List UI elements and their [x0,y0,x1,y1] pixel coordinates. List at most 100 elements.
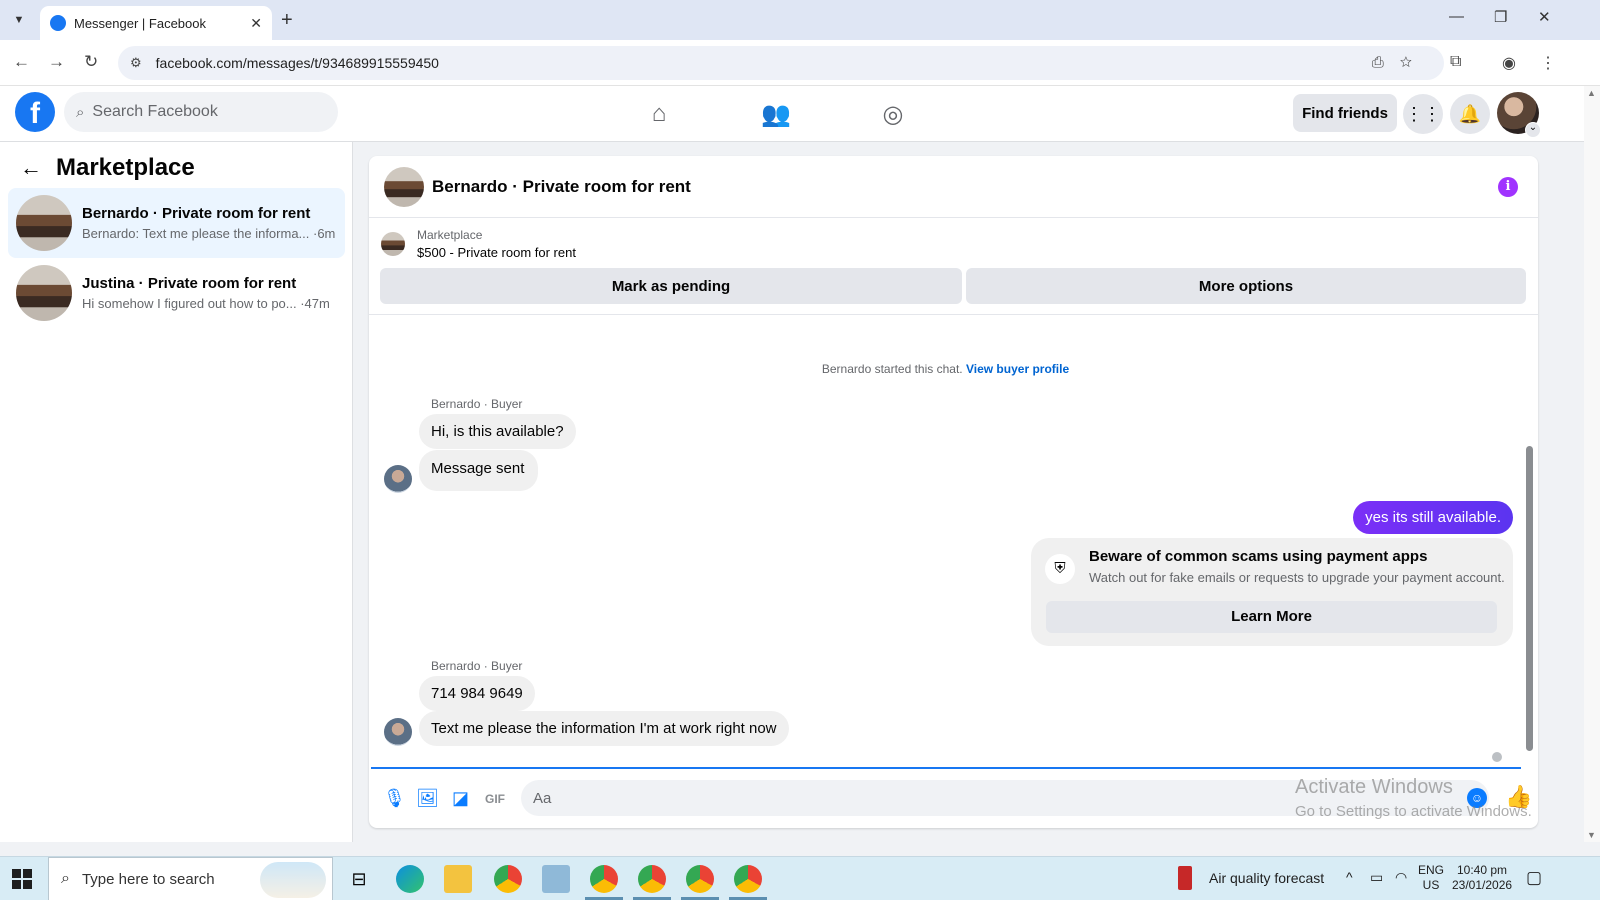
conversation-name: Bernardo · Private room for rent [82,205,311,222]
browser-tab-bar: ▼ Messenger | Facebook ✕ + — ❐ ✕ [0,0,1600,40]
buyer-avatar[interactable] [384,718,412,746]
home-icon[interactable]: ⌂ [641,96,677,132]
composer-divider [371,767,1521,769]
sender-label: Bernardo · Buyer [431,397,523,411]
weather-text[interactable]: Air quality forecast [1209,870,1324,886]
friends-icon[interactable]: 👥 [758,96,794,132]
buyer-avatar[interactable] [384,465,412,493]
language-code: ENG [1418,863,1445,877]
scam-warning-description: Watch out for fake emails or requests to… [1089,570,1505,585]
chrome-profile-icon[interactable] [729,865,767,900]
conversation-item[interactable]: Bernardo · Private room for rent Bernard… [8,188,345,258]
search-box[interactable]: ⌕ Search Facebook [64,92,338,132]
profile-icon[interactable]: ◉ [1502,53,1516,73]
taskbar-search-placeholder[interactable]: Type here to search [82,871,215,888]
tray-chevron-icon[interactable]: ^ [1346,869,1353,885]
listing-thumbnail [381,232,405,256]
bell-icon[interactable]: 🔔 [1450,94,1490,134]
file-explorer-icon[interactable] [444,865,472,893]
wifi-icon[interactable]: ◠ [1395,869,1407,886]
windows-start-icon[interactable] [12,869,32,889]
more-options-button[interactable]: More options [966,268,1526,304]
new-tab-button[interactable]: + [281,9,293,31]
chrome-profile-icon[interactable] [633,865,671,900]
divider [369,314,1538,315]
task-view-icon[interactable]: ⊟ [345,865,373,893]
conversation-preview: Bernardo: Text me please the informa... … [82,226,336,241]
scam-warning-card: ⛨ Beware of common scams using payment a… [1031,538,1513,646]
chrome-profile-icon[interactable] [681,865,719,900]
close-icon[interactable]: ✕ [250,15,262,32]
listing-thumbnail [16,265,72,321]
page-scrollbar[interactable]: ▲ ▼ [1584,86,1600,842]
mic-icon[interactable]: 🎙 [383,788,406,809]
photo-icon[interactable]: 🖼 [416,788,439,809]
chrome-icon[interactable] [494,865,522,893]
air-quality-icon[interactable] [1178,866,1192,890]
facebook-logo[interactable]: f [15,92,55,132]
mark-as-pending-button[interactable]: Mark as pending [380,268,962,304]
shield-icon: ⛨ [1045,554,1075,584]
chrome-profile-icon[interactable] [585,865,623,900]
search-placeholder[interactable]: Search Facebook [92,103,217,121]
back-arrow-icon[interactable]: ← [20,155,42,181]
chat-panel: Bernardo · Private room for rent i Marke… [369,156,1538,828]
reload-icon[interactable]: ↻ [84,52,98,72]
search-highlight-image[interactable] [260,862,326,898]
edge-icon[interactable] [396,865,424,893]
message-bubble[interactable]: Message sent [419,450,539,491]
app-icon[interactable] [542,865,570,893]
sticker-icon[interactable]: ◪ [452,788,469,809]
listing-price: $500 - Private room for rent [417,245,576,260]
account-avatar[interactable] [1497,92,1541,138]
learn-more-button[interactable]: Learn More [1046,601,1497,633]
listing-label: Marketplace [417,228,483,242]
scroll-up-icon[interactable]: ▲ [1587,88,1596,98]
scam-warning-title: Beware of common scams using payment app… [1089,548,1428,565]
message-bubble[interactable]: Hi, is this available? [419,414,576,449]
forward-icon[interactable]: → [48,52,65,72]
view-buyer-profile-link[interactable]: View buyer profile [966,362,1069,376]
chat-title[interactable]: Bernardo · Private room for rent [432,177,691,197]
site-settings-icon[interactable]: ⚙ [130,55,142,71]
conversation-item[interactable]: Justina · Private room for rent Hi someh… [8,258,345,328]
battery-icon[interactable]: ▭ [1370,869,1383,886]
taskbar-search[interactable]: ⌕ Type here to search [48,857,333,900]
info-icon[interactable]: i [1498,177,1518,197]
listing-thumbnail[interactable] [384,166,424,207]
gif-icon[interactable]: GIF [485,792,505,806]
url-text[interactable]: facebook.com/messages/t/934689915559450 [156,55,439,71]
my-message-bubble[interactable]: yes its still available. [1353,501,1513,534]
message-bubble[interactable]: 714 984 9649 [419,676,535,711]
watermark-title: Activate Windows [1295,776,1453,798]
extensions-icon[interactable]: ⧉ [1450,53,1461,71]
groups-icon[interactable]: ◎ [875,96,911,132]
back-icon[interactable]: ← [13,52,30,72]
chat-scrollbar-thumb[interactable] [1526,446,1533,751]
minimize-icon[interactable]: — [1449,8,1464,25]
maximize-icon[interactable]: ❐ [1494,8,1507,26]
chat-start-text: Bernardo started this chat. [821,362,963,376]
listing-summary: Marketplace $500 - Private room for rent [381,228,576,260]
browser-tab[interactable]: Messenger | Facebook ✕ [40,6,272,40]
seen-indicator-avatar [1490,750,1504,764]
clock[interactable]: 10:40 pm 23/01/2026 [1452,863,1512,893]
star-icon[interactable]: ☆ [1400,54,1428,71]
omnibox[interactable]: ⚙ facebook.com/messages/t/93468991555945… [118,46,1444,80]
window-close-icon[interactable]: ✕ [1538,8,1551,26]
search-icon: ⌕ [61,870,70,887]
conversation-name: Justina · Private room for rent [82,275,297,292]
sidebar-title: Marketplace [56,154,195,181]
scroll-down-icon[interactable]: ▼ [1587,830,1596,840]
install-icon[interactable]: ⎙ [1372,54,1400,71]
notifications-icon[interactable]: ▢ [1526,868,1542,888]
search-icon: ⌕ [76,103,85,121]
menu-icon[interactable]: ⋮ [1540,53,1556,73]
message-bubble[interactable]: Text me please the information I'm at wo… [419,711,789,746]
tab-list-icon[interactable]: ▼ [8,9,30,31]
language-indicator[interactable]: ENG US [1418,863,1444,893]
find-friends-button[interactable]: Find friends [1293,94,1397,132]
chat-header: Bernardo · Private room for rent i [369,156,1538,218]
activate-windows-watermark: Activate Windows Go to Settings to activ… [1295,776,1532,820]
apps-grid-icon[interactable]: ⋮⋮ [1403,94,1443,134]
